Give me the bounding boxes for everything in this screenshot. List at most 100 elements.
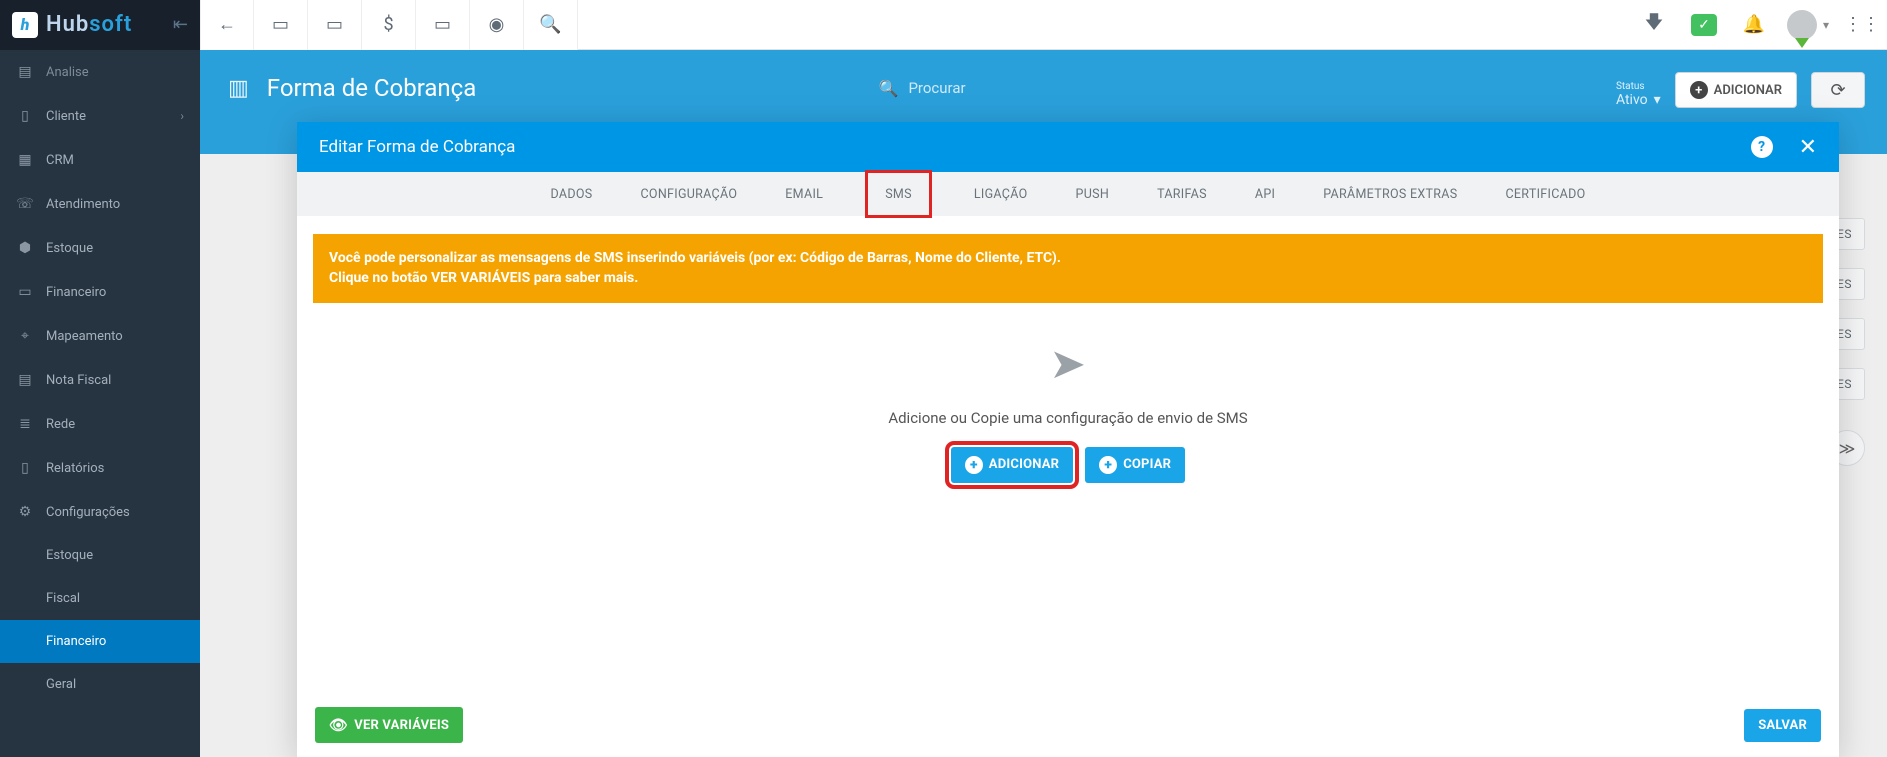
- sidebar-sub-fiscal[interactable]: Fiscal: [0, 577, 200, 620]
- terminal-icon[interactable]: ▭: [416, 0, 470, 50]
- chevron-right-icon: ›: [180, 109, 184, 123]
- sidebar-item-estoque[interactable]: ⬢Estoque: [0, 226, 200, 270]
- add-button[interactable]: +ADICIONAR: [1675, 72, 1797, 108]
- sidebar-item-mapeamento[interactable]: ⌖ Mapeamento: [0, 314, 200, 358]
- tab-certificado[interactable]: CERTIFICADO: [1501, 172, 1589, 216]
- tab-email[interactable]: EMAIL: [781, 172, 827, 216]
- sidebar-item-relatorios[interactable]: ▯ Relatórios: [0, 446, 200, 490]
- receipt-icon: ▤: [16, 372, 34, 388]
- status-filter[interactable]: Status Ativo ▾: [1616, 81, 1661, 108]
- tab-tarifas[interactable]: TARIFAS: [1153, 172, 1211, 216]
- gear-icon: ⚙: [16, 504, 34, 520]
- chart-icon: ▤: [16, 64, 34, 80]
- banner-line2: Clique no botão VER VARIÁVEIS para saber…: [329, 268, 1807, 288]
- box-icon: ⬢: [16, 240, 34, 256]
- add-label: ADICIONAR: [1714, 83, 1782, 98]
- sidebar-item-crm[interactable]: ▦CRM: [0, 138, 200, 182]
- brand[interactable]: h Hubsoft ⇤: [0, 0, 200, 50]
- person-icon[interactable]: ▭: [254, 0, 308, 50]
- topbar: h Hubsoft ⇤ ← ▭ ▭ $ ▭ ◉ 🔍 🡇 ✓ 🔔 ▾ ⋮⋮: [0, 0, 1887, 50]
- headset-icon: ☏: [16, 196, 34, 212]
- sidebar-item-label: Atendimento: [46, 197, 120, 212]
- doc-icon: ▯: [16, 460, 34, 476]
- sidebar-item-analise[interactable]: ▤ Analise: [0, 50, 200, 94]
- search-icon[interactable]: 🔍: [524, 0, 578, 50]
- top-tool-strip: ← ▭ ▭ $ ▭ ◉ 🔍: [200, 0, 578, 50]
- help-icon[interactable]: ?: [1751, 136, 1773, 158]
- plus-icon: +: [1099, 456, 1117, 474]
- sidebar-item-label: Financeiro: [46, 634, 106, 649]
- status-label: Status: [1616, 81, 1661, 92]
- sidebar-item-label: Rede: [46, 417, 75, 432]
- tab-push[interactable]: PUSH: [1072, 172, 1114, 216]
- btn-label: VER VARIÁVEIS: [354, 718, 449, 733]
- sidebar-item-financeiro[interactable]: ▭Financeiro: [0, 270, 200, 314]
- sidebar-item-cliente[interactable]: ▯ Cliente ›: [0, 94, 200, 138]
- calendar-icon[interactable]: ▭: [308, 0, 362, 50]
- btn-label: ADICIONAR: [989, 457, 1059, 472]
- edit-modal: Editar Forma de Cobrança ? ✕ DADOS CONFI…: [297, 122, 1839, 757]
- sidebar-item-label: Relatórios: [46, 461, 104, 476]
- sidebar-item-label: Estoque: [46, 548, 93, 563]
- tab-sms[interactable]: SMS: [867, 172, 930, 216]
- sidebar-sub-estoque[interactable]: Estoque: [0, 534, 200, 577]
- status-value: Ativo: [1616, 92, 1648, 108]
- ver-variaveis-button[interactable]: 👁 VER VARIÁVEIS: [315, 707, 463, 743]
- sms-empty-state: ➤ Adicione ou Copie uma configuração de …: [297, 303, 1839, 693]
- sidebar-item-rede[interactable]: ≣ Rede: [0, 402, 200, 446]
- banner-line1: Você pode personalizar as mensagens de S…: [329, 248, 1807, 268]
- search-input[interactable]: [908, 79, 1208, 97]
- eye-icon[interactable]: ◉: [470, 0, 524, 50]
- sidebar-item-label: Configurações: [46, 505, 130, 520]
- back-button[interactable]: ←: [200, 0, 254, 50]
- user-menu[interactable]: ▾: [1779, 10, 1837, 40]
- tab-dados[interactable]: DADOS: [547, 172, 597, 216]
- tab-configuracao[interactable]: CONFIGURAÇÃO: [636, 172, 741, 216]
- brand-text: Hubsoft: [46, 12, 132, 37]
- page-title: Forma de Cobrança: [267, 74, 476, 102]
- sidebar-item-label: Mapeamento: [46, 329, 123, 344]
- top-right: 🡇 ✓ 🔔 ▾ ⋮⋮: [1629, 0, 1887, 50]
- cards-icon: ▥: [228, 76, 249, 101]
- status-ok-icon[interactable]: ✓: [1679, 0, 1729, 50]
- sidebar-item-label: Analise: [46, 65, 89, 80]
- network-icon: ≣: [16, 416, 34, 432]
- modal-tabs: DADOS CONFIGURAÇÃO EMAIL SMS LIGAÇÃO PUS…: [297, 172, 1839, 216]
- sms-copy-button[interactable]: + COPIAR: [1085, 447, 1185, 483]
- sidebar-item-label: Nota Fiscal: [46, 373, 111, 388]
- apps-icon[interactable]: ⋮⋮: [1837, 0, 1887, 50]
- save-button[interactable]: SALVAR: [1744, 709, 1821, 742]
- search-icon: 🔍: [879, 79, 899, 98]
- tab-api[interactable]: API: [1251, 172, 1279, 216]
- refresh-button[interactable]: ⟳: [1811, 72, 1865, 108]
- header-search[interactable]: 🔍: [879, 79, 1209, 98]
- sidebar-sub-geral[interactable]: Geral: [0, 663, 200, 706]
- eye-icon: 👁: [329, 716, 348, 734]
- sidebar-item-nota-fiscal[interactable]: ▤ Nota Fiscal: [0, 358, 200, 402]
- avatar-icon: [1787, 10, 1817, 40]
- empty-text: Adicione ou Copie uma configuração de en…: [888, 409, 1247, 427]
- sidebar-collapse-icon[interactable]: ⇤: [173, 14, 188, 35]
- sidebar-item-config[interactable]: ⚙ Configurações: [0, 490, 200, 534]
- map-pin-icon: ⌖: [16, 328, 34, 344]
- tab-parametros[interactable]: PARÂMETROS EXTRAS: [1319, 172, 1461, 216]
- sidebar-item-label: Cliente: [46, 109, 86, 124]
- brand-logo-icon: h: [12, 12, 38, 38]
- chevron-down-icon: ▾: [1823, 18, 1829, 32]
- money-icon[interactable]: $: [362, 0, 416, 50]
- sms-add-button[interactable]: + ADICIONAR: [951, 447, 1073, 483]
- sidebar: ▤Analise ▯Cliente› ▦CRM ☏Atendimento ⬢Es…: [0, 50, 200, 757]
- sidebar-item-label: Financeiro: [46, 285, 106, 300]
- person-icon: ▯: [16, 108, 34, 124]
- chevron-down-icon: ▾: [1654, 92, 1661, 108]
- tab-ligacao[interactable]: LIGAÇÃO: [970, 172, 1032, 216]
- close-icon[interactable]: ✕: [1799, 135, 1817, 160]
- sidebar-item-atendimento[interactable]: ☏ Atendimento: [0, 182, 200, 226]
- grid-icon: ▦: [16, 152, 34, 168]
- bell-icon[interactable]: 🔔: [1729, 0, 1779, 50]
- sidebar-item-label: Fiscal: [46, 591, 80, 606]
- modal-footer: 👁 VER VARIÁVEIS SALVAR: [297, 693, 1839, 757]
- main: ▥ Forma de Cobrança 🔍 Status Ativo▾ +ADI…: [200, 50, 1887, 757]
- pdf-icon[interactable]: 🡇: [1629, 0, 1679, 50]
- sidebar-sub-financeiro[interactable]: Financeiro: [0, 620, 200, 663]
